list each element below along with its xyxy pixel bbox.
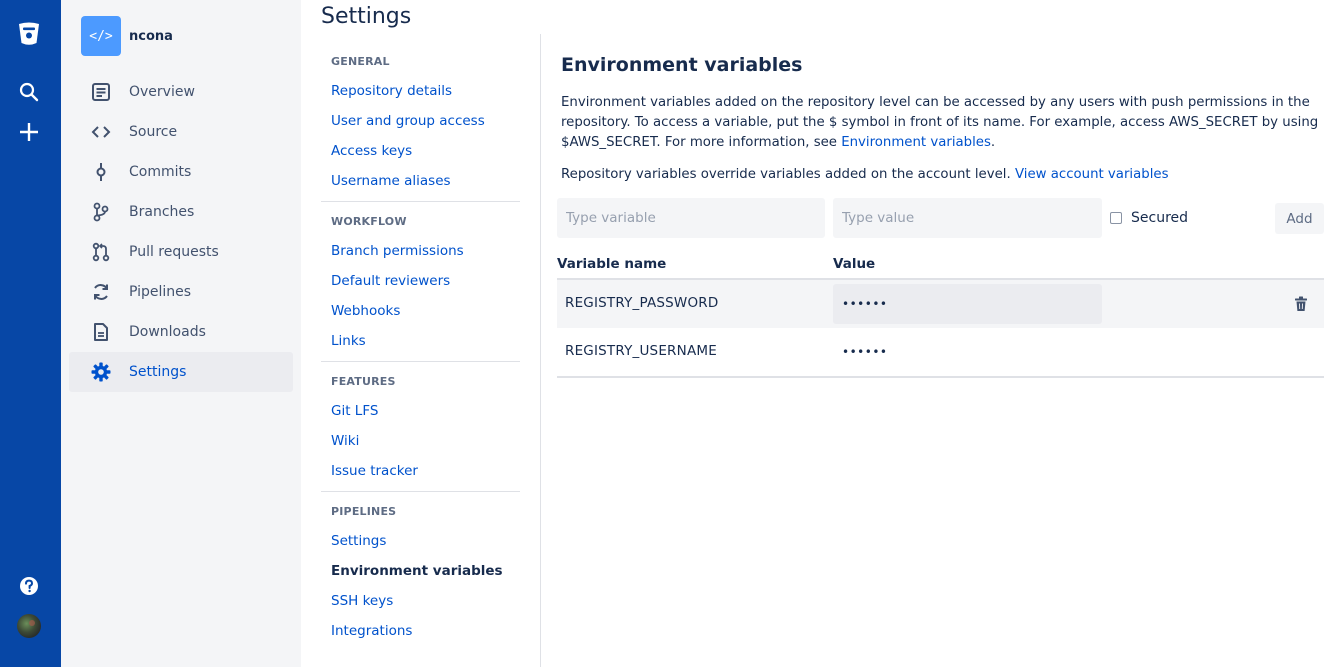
table-row[interactable]: REGISTRY_PASSWORD •••••• (557, 280, 1324, 328)
sidebar-item-label: Settings (129, 364, 187, 380)
global-navigation (0, 0, 61, 667)
sidebar-item-commits[interactable]: Commits (69, 152, 293, 192)
create-plus-icon[interactable] (14, 117, 44, 147)
table-bottom-divider (557, 376, 1324, 378)
section-heading-features: FEATURES (331, 375, 396, 388)
secured-checkbox[interactable] (1110, 212, 1122, 224)
sidebar-item-label: Downloads (129, 324, 206, 340)
variable-name-cell: REGISTRY_USERNAME (565, 343, 717, 359)
settings-link-webhooks[interactable]: Webhooks (331, 303, 400, 319)
description-text: Environment variables added on the repos… (561, 93, 1336, 153)
sidebar-item-pull-requests[interactable]: Pull requests (69, 232, 293, 272)
settings-link-integrations[interactable]: Integrations (331, 623, 412, 639)
settings-link-pipelines-settings[interactable]: Settings (331, 533, 386, 549)
commit-icon (89, 160, 113, 184)
repository-header[interactable]: </> ncona (81, 16, 173, 56)
sidebar-item-label: Overview (129, 84, 195, 100)
downloads-icon (89, 320, 113, 344)
settings-link-branch-permissions[interactable]: Branch permissions (331, 243, 464, 259)
column-header-value: Value (833, 256, 876, 272)
search-icon[interactable] (14, 77, 44, 107)
variable-value-cell: •••••• (833, 284, 1102, 324)
sidebar-item-label: Pipelines (129, 284, 192, 300)
branch-icon (89, 200, 113, 224)
repository-avatar[interactable]: </> (81, 16, 121, 56)
variable-value-cell: •••••• (842, 345, 888, 359)
user-avatar[interactable] (14, 611, 44, 641)
variable-name-cell: REGISTRY_PASSWORD (565, 295, 719, 311)
section-heading-general: GENERAL (331, 55, 390, 68)
gear-icon (89, 360, 113, 384)
overview-icon (89, 80, 113, 104)
column-divider (540, 34, 541, 667)
section-heading-pipelines: PIPELINES (331, 505, 397, 518)
section-divider (321, 491, 520, 492)
pull-request-icon (89, 240, 113, 264)
column-header-variable-name: Variable name (557, 256, 667, 272)
trash-icon[interactable] (1294, 296, 1308, 312)
help-icon[interactable] (14, 571, 44, 601)
settings-link-wiki[interactable]: Wiki (331, 433, 359, 449)
section-divider (321, 361, 520, 362)
sidebar-item-downloads[interactable]: Downloads (69, 312, 293, 352)
sidebar-item-source[interactable]: Source (69, 112, 293, 152)
variable-name-input[interactable] (557, 198, 825, 238)
override-text: Repository variables override variables … (561, 165, 1336, 185)
sidebar-item-pipelines[interactable]: Pipelines (69, 272, 293, 312)
settings-link-default-reviewers[interactable]: Default reviewers (331, 273, 450, 289)
page-title: Settings (321, 4, 412, 29)
sidebar-item-label: Commits (129, 164, 192, 180)
source-code-icon (89, 120, 113, 144)
settings-link-repository-details[interactable]: Repository details (331, 83, 452, 99)
sidebar-item-settings[interactable]: Settings (69, 352, 293, 392)
settings-link-user-group-access[interactable]: User and group access (331, 113, 485, 129)
settings-link-links[interactable]: Links (331, 333, 366, 349)
sidebar-item-overview[interactable]: Overview (69, 72, 293, 112)
settings-link-username-aliases[interactable]: Username aliases (331, 173, 451, 189)
environment-variables-docs-link[interactable]: Environment variables (841, 135, 991, 150)
bitbucket-logo-icon[interactable] (14, 19, 44, 49)
pipelines-icon (89, 280, 113, 304)
sidebar-item-branches[interactable]: Branches (69, 192, 293, 232)
settings-link-issue-tracker[interactable]: Issue tracker (331, 463, 418, 479)
sidebar-item-label: Pull requests (129, 244, 219, 260)
section-divider (321, 201, 520, 202)
view-account-variables-link[interactable]: View account variables (1015, 167, 1169, 182)
sidebar-item-label: Branches (129, 204, 195, 220)
settings-link-ssh-keys[interactable]: SSH keys (331, 593, 393, 609)
description-end: . (990, 135, 996, 150)
variable-value-input[interactable] (833, 198, 1102, 238)
repository-name[interactable]: ncona (129, 29, 173, 44)
settings-link-environment-variables[interactable]: Environment variables (331, 563, 503, 579)
settings-link-git-lfs[interactable]: Git LFS (331, 403, 378, 419)
secured-label: Secured (1131, 210, 1189, 226)
repository-sidebar: </> ncona Overview Source Commits Branch… (61, 0, 301, 667)
section-heading-workflow: WORKFLOW (331, 215, 407, 228)
add-variable-button[interactable]: Add (1275, 203, 1324, 234)
override-body: Repository variables override variables … (561, 167, 1015, 182)
sidebar-item-label: Source (129, 124, 178, 140)
section-title: Environment variables (561, 54, 803, 76)
settings-link-access-keys[interactable]: Access keys (331, 143, 412, 159)
table-row[interactable]: REGISTRY_USERNAME •••••• (557, 328, 1324, 376)
